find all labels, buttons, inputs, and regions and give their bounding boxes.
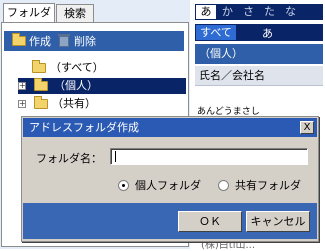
sub-tab-all[interactable]: すべて [196, 25, 236, 40]
ok-button[interactable]: ＯＫ [178, 211, 242, 232]
folder-name-input[interactable] [110, 148, 308, 165]
delete-folder-button[interactable]: 削除 [58, 33, 96, 49]
radio-personal-folder[interactable]: 個人フォルダ [118, 177, 201, 193]
folder-icon [34, 96, 48, 109]
folder-icon [34, 78, 48, 91]
radio-shared-folder[interactable]: 共有フォルダ [218, 177, 301, 193]
folder-toolbar: 作成 削除 [4, 31, 184, 51]
create-label: 作成 [29, 35, 51, 48]
delete-label: 削除 [74, 35, 96, 48]
sub-tab-a[interactable]: あ [262, 25, 273, 41]
group-title: （個人） [195, 44, 323, 64]
tab-search[interactable]: 検索 [56, 4, 94, 22]
kana-index-bar: あ か さ た な [195, 4, 323, 20]
radio-checked-icon [118, 179, 129, 191]
dialog-title: アドレスフォルダ作成 [29, 121, 139, 134]
radio-unchecked-icon [218, 179, 229, 191]
kana-sub-bar: すべて あ [195, 24, 323, 41]
expand-icon[interactable]: + [18, 100, 26, 108]
radio-label: 個人フォルダ [135, 179, 201, 192]
dialog-footer: ＯＫ キャンセル [23, 203, 317, 239]
kana-tab-ka[interactable]: か [217, 4, 238, 20]
cancel-button[interactable]: キャンセル [246, 211, 310, 232]
tree-item-personal[interactable]: + （個人） [18, 78, 186, 94]
kana-tab-ta[interactable]: た [259, 4, 280, 20]
create-folder-button[interactable]: 作成 [12, 33, 51, 49]
tree-item-all[interactable]: （すべて） [32, 60, 152, 76]
tab-folder[interactable]: フォルダ [3, 3, 55, 23]
tree-item-label: （共有） [52, 97, 96, 110]
kana-tab-sa[interactable]: さ [238, 4, 259, 20]
column-header-name[interactable]: 氏名／会社名 [195, 66, 323, 86]
expand-icon[interactable]: + [18, 82, 26, 90]
create-folder-dialog: アドレスフォルダ作成 X フォルダ名： 個人フォルダ 共有フォルダ ＯＫ キャン… [21, 116, 319, 242]
kana-tab-a[interactable]: あ [196, 5, 216, 19]
tree-item-label: （すべて） [50, 61, 104, 74]
folder-icon [32, 60, 46, 73]
radio-label: 共有フォルダ [235, 179, 301, 192]
folder-name-label: フォルダ名： [36, 152, 102, 165]
trash-icon [58, 33, 70, 47]
tree-item-shared[interactable]: + （共有） [18, 96, 138, 112]
dialog-title-bar[interactable]: アドレスフォルダ作成 X [23, 118, 317, 137]
text-caret [115, 151, 116, 162]
tree-item-label: （個人） [52, 78, 100, 94]
kana-tab-na[interactable]: な [280, 4, 301, 20]
close-icon[interactable]: X [300, 121, 314, 134]
folder-icon [12, 33, 26, 46]
